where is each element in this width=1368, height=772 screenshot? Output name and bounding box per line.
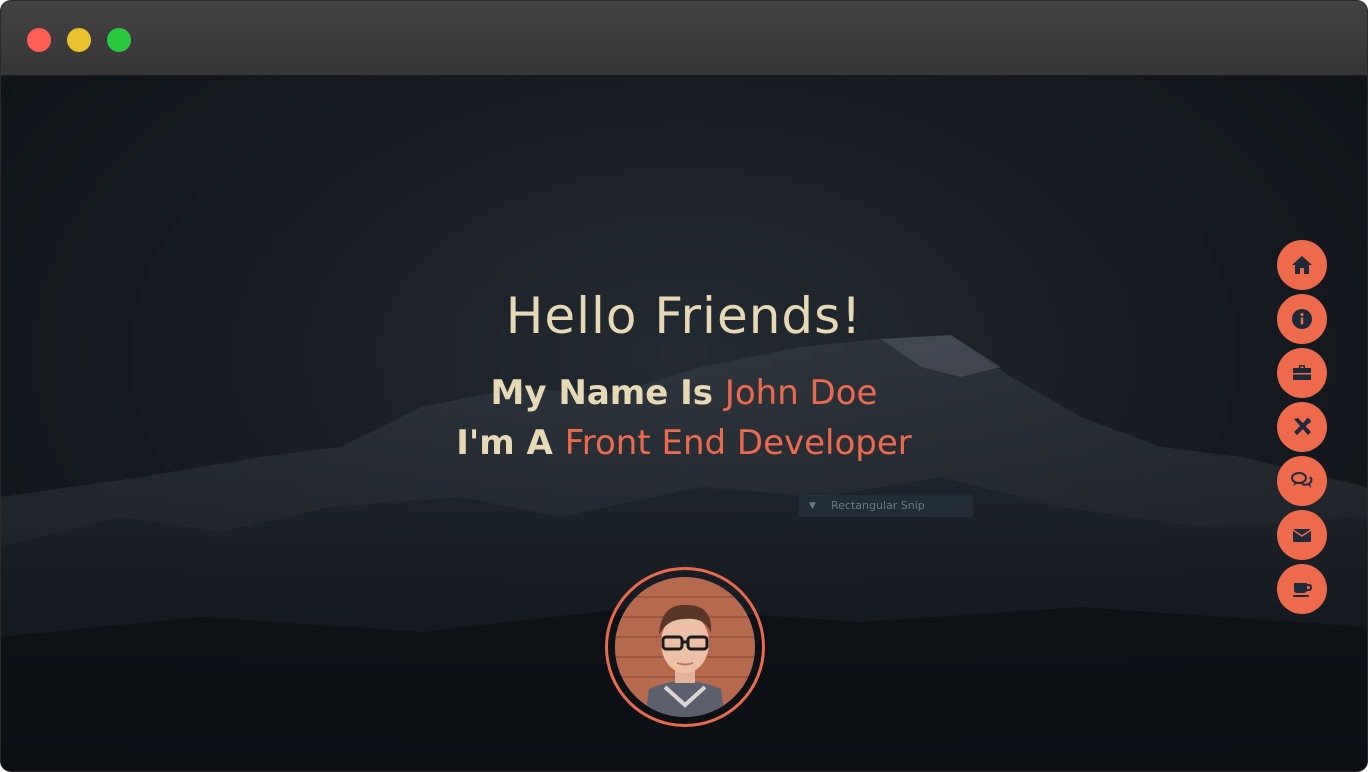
side-navigation [1277,240,1327,618]
chevron-down-icon: ▼ [809,501,816,511]
role-prefix: I'm A [456,423,565,463]
hero-section: Hello Friends! My Name Is John Doe I'm A… [1,77,1367,771]
rectangular-snip-overlay[interactable]: ▼ Rectangular Snip [799,495,973,517]
close-window-button[interactable] [27,28,51,52]
snip-label: Rectangular Snip [831,499,925,512]
maximize-window-button[interactable] [107,28,131,52]
envelope-icon [1292,529,1312,542]
avatar [615,577,755,717]
nav-services-button[interactable] [1277,402,1327,452]
nav-home-button[interactable] [1277,240,1327,290]
coffee-icon [1293,583,1313,597]
nav-testimonials-button[interactable] [1277,456,1327,506]
tools-icon [1294,418,1311,435]
hero-role-line: I'm A Front End Developer [1,423,1367,463]
hero-name: John Doe [724,373,878,413]
briefcase-icon [1293,365,1311,380]
nav-about-button[interactable] [1277,294,1327,344]
hero-name-line: My Name Is John Doe [1,373,1367,413]
nav-contact-button[interactable] [1277,510,1327,560]
hero-role: Front End Developer [564,423,912,463]
hero-greeting: Hello Friends! [505,287,863,345]
profile-avatar [605,567,765,727]
nav-coffee-button[interactable] [1277,564,1327,614]
name-prefix: My Name Is [490,373,725,413]
window-titlebar [1,1,1367,76]
home-icon [1292,256,1312,274]
info-icon [1292,309,1312,329]
minimize-window-button[interactable] [67,28,91,52]
nav-portfolio-button[interactable] [1277,348,1327,398]
comments-icon [1291,472,1313,488]
person-portrait-icon [615,577,755,717]
browser-window: Hello Friends! My Name Is John Doe I'm A… [1,1,1367,771]
